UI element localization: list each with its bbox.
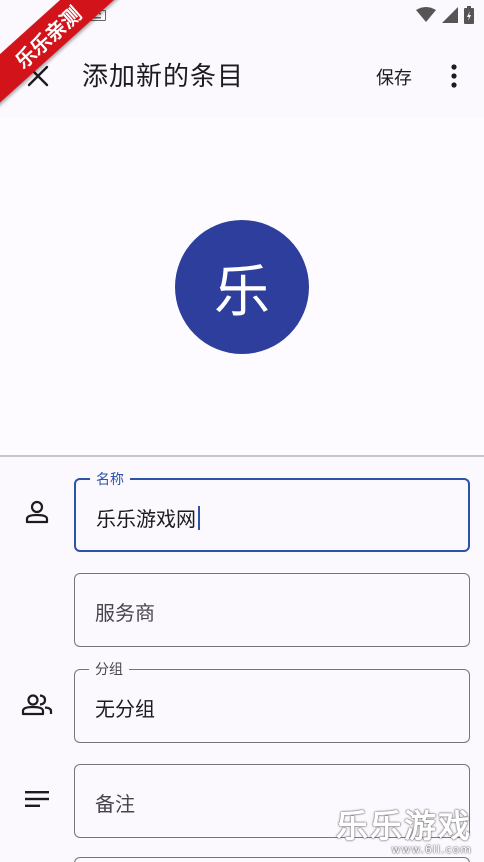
page-title: 添加新的条目 xyxy=(82,62,245,92)
notes-icon xyxy=(20,782,54,816)
more-options-button[interactable] xyxy=(440,58,468,94)
group-field[interactable]: 分组 无分组 xyxy=(74,659,470,743)
provider-field[interactable]: 服务商 xyxy=(74,573,470,647)
name-field-label: 名称 xyxy=(90,469,130,489)
watermark: 乐乐游戏 www.6ll.com xyxy=(336,809,472,856)
save-button[interactable]: 保存 xyxy=(366,62,422,92)
text-caret xyxy=(198,506,200,530)
group-field-label: 分组 xyxy=(89,659,129,679)
name-field-value: 乐乐游戏网 xyxy=(96,503,200,532)
avatar-section: 乐 xyxy=(0,118,484,455)
battery-icon xyxy=(464,6,474,24)
signal-icon xyxy=(442,7,458,23)
avatar[interactable]: 乐 xyxy=(175,220,309,354)
group-field-value: 无分组 xyxy=(95,697,155,721)
provider-field-placeholder: 服务商 xyxy=(95,601,155,625)
wifi-icon xyxy=(416,7,436,22)
group-icon xyxy=(20,688,54,722)
divider xyxy=(0,455,484,457)
notes-field-placeholder: 备注 xyxy=(95,792,135,816)
more-vert-icon xyxy=(451,64,457,88)
watermark-main: 乐乐游戏 xyxy=(335,807,472,845)
app-bar: 添加新的条目 保存 xyxy=(0,32,484,118)
person-icon xyxy=(20,495,54,529)
next-field-edge[interactable] xyxy=(74,857,470,862)
name-field[interactable]: 名称 乐乐游戏网 xyxy=(74,469,470,552)
